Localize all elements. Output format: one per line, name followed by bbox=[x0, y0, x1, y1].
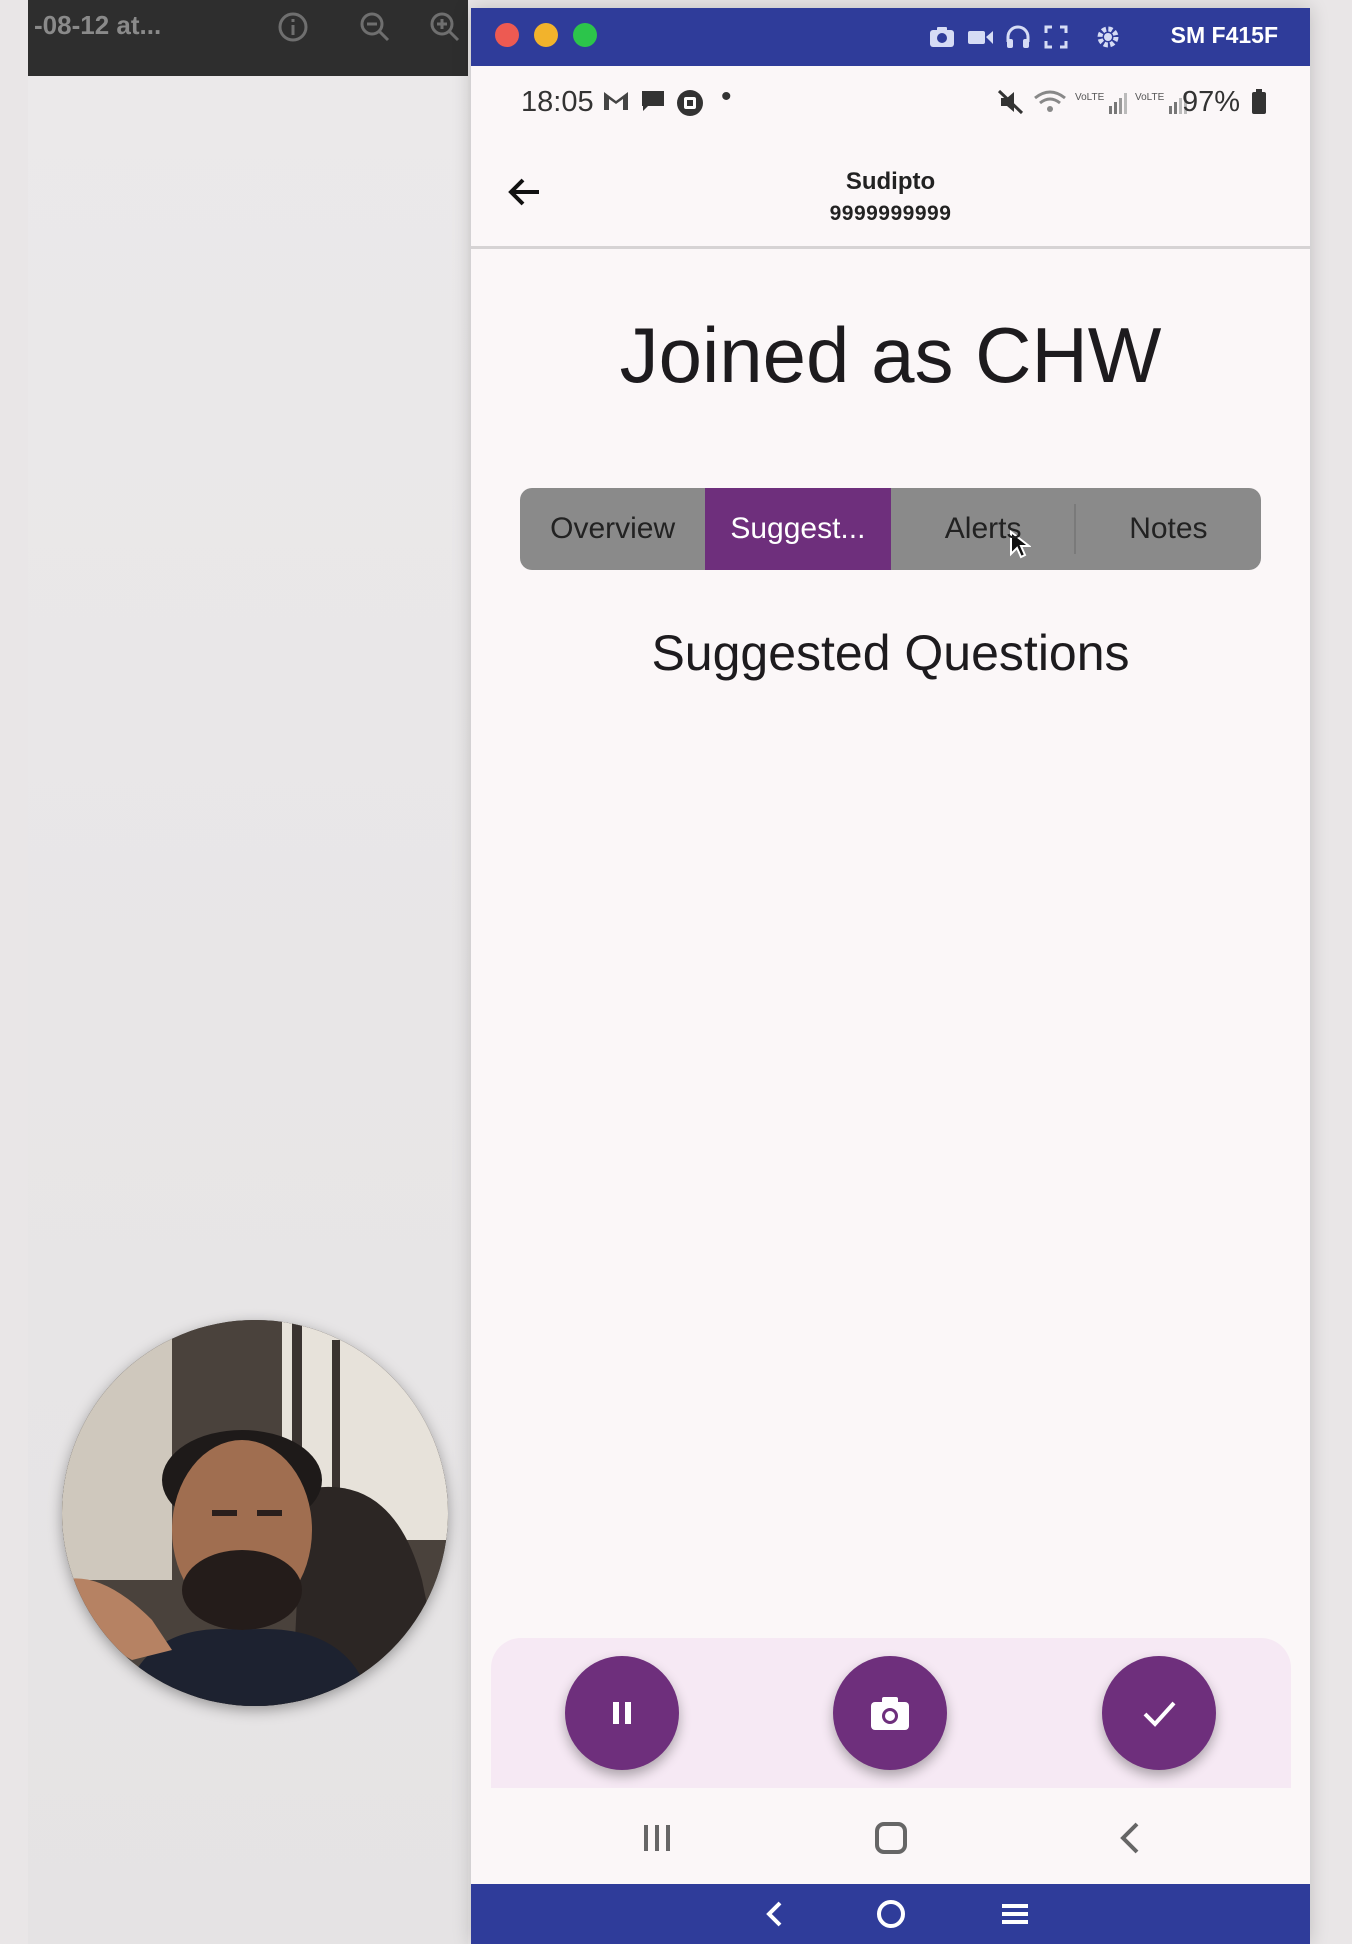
maximize-window-button[interactable] bbox=[573, 23, 597, 47]
volte-signal-icon-2: VoLTE bbox=[1135, 92, 1187, 114]
zoom-in-icon[interactable] bbox=[428, 10, 462, 44]
confirm-button[interactable] bbox=[1102, 1656, 1216, 1770]
camera-icon bbox=[871, 1697, 909, 1730]
phone-mirror-window: SM F415F 18:05 • VoLTE VoLTE 97% Sudipto… bbox=[471, 8, 1310, 1944]
android-nav-bar bbox=[471, 1788, 1310, 1890]
screenshot-icon[interactable] bbox=[927, 22, 957, 52]
host-window-titlebar: -08-12 at... bbox=[28, 0, 468, 76]
mirror-titlebar: SM F415F bbox=[471, 8, 1310, 66]
contact-name: Sudipto bbox=[845, 168, 936, 195]
tab-label: Alerts bbox=[944, 512, 1022, 545]
app-bar: Sudipto 9999999999 bbox=[471, 140, 1310, 249]
fullscreen-icon[interactable] bbox=[1041, 22, 1071, 52]
app-icon bbox=[677, 90, 703, 116]
contact-phone: 9999999999 bbox=[829, 202, 952, 225]
info-icon[interactable] bbox=[276, 10, 310, 44]
mirror-menu-icon[interactable] bbox=[997, 1896, 1033, 1932]
mirror-bottom-toolbar bbox=[471, 1884, 1310, 1944]
pause-button[interactable] bbox=[565, 1656, 679, 1770]
section-title: Suggested Questions bbox=[651, 625, 1130, 681]
back-icon[interactable] bbox=[1111, 1818, 1151, 1858]
minimize-window-button[interactable] bbox=[534, 23, 558, 47]
wifi-icon bbox=[1034, 90, 1066, 112]
camera-button[interactable] bbox=[833, 1656, 947, 1770]
gmail-icon bbox=[604, 92, 628, 110]
mirror-back-icon[interactable] bbox=[757, 1896, 793, 1932]
home-icon[interactable] bbox=[871, 1818, 911, 1858]
message-icon bbox=[642, 91, 664, 111]
device-name: SM F415F bbox=[1170, 22, 1278, 48]
android-status-bar: 18:05 • VoLTE VoLTE 97% bbox=[471, 66, 1310, 140]
mute-icon bbox=[997, 89, 1024, 115]
tab-suggested[interactable]: Suggest... bbox=[705, 488, 1032, 570]
host-window-title: -08-12 at... bbox=[34, 10, 162, 40]
check-icon bbox=[1143, 1701, 1176, 1727]
tab-bar: Overview Suggest... Alerts Notes bbox=[520, 488, 1261, 570]
recents-icon[interactable] bbox=[637, 1818, 677, 1858]
tab-label: Notes bbox=[1129, 512, 1208, 545]
tab-notes[interactable]: Notes bbox=[1076, 488, 1261, 570]
battery-percent: 97% bbox=[1181, 86, 1240, 118]
zoom-out-icon[interactable] bbox=[358, 10, 392, 44]
close-window-button[interactable] bbox=[495, 23, 519, 47]
tab-overview[interactable]: Overview bbox=[520, 488, 705, 570]
settings-icon[interactable] bbox=[1093, 22, 1123, 52]
tab-label: Suggest... bbox=[730, 512, 866, 545]
volte-signal-icon: VoLTE bbox=[1075, 92, 1127, 114]
tab-alerts[interactable]: Alerts bbox=[891, 488, 1076, 570]
status-time: 18:05 bbox=[521, 86, 594, 118]
battery-icon bbox=[1252, 89, 1266, 114]
record-icon[interactable] bbox=[965, 22, 995, 52]
webcam-overlay[interactable] bbox=[62, 1320, 448, 1706]
mirror-home-icon[interactable] bbox=[873, 1896, 909, 1932]
headphones-icon[interactable] bbox=[1003, 22, 1033, 52]
pause-icon bbox=[613, 1702, 631, 1724]
svg-text:VoLTE: VoLTE bbox=[1135, 92, 1165, 103]
webcam-person-image bbox=[62, 1320, 448, 1706]
more-notifications-dot: • bbox=[721, 80, 732, 113]
svg-text:VoLTE: VoLTE bbox=[1075, 92, 1105, 103]
tab-label: Overview bbox=[550, 512, 676, 545]
page-title: Joined as CHW bbox=[619, 311, 1162, 399]
